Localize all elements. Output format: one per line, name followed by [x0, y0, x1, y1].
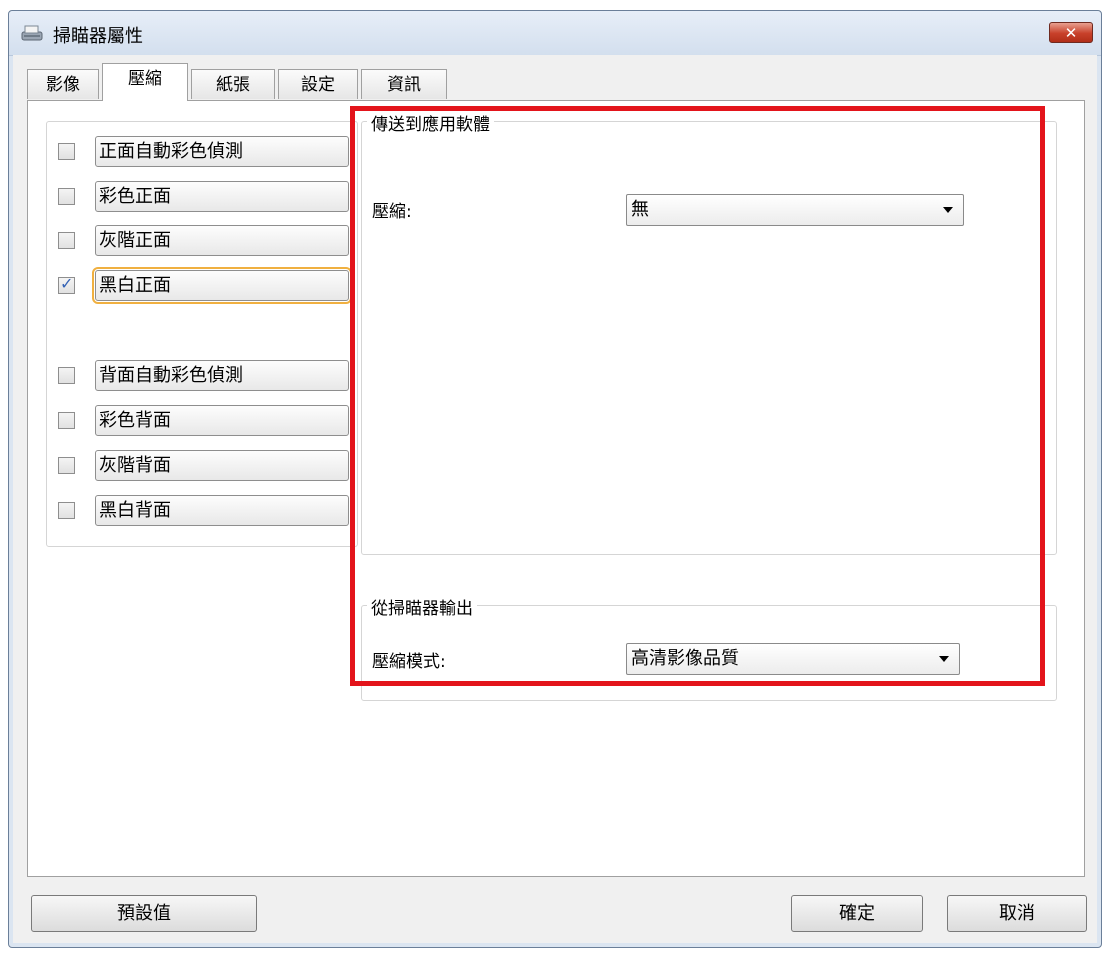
compression-mode-select[interactable]: 高清影像品質	[626, 643, 960, 675]
close-icon: ✕	[1064, 24, 1078, 42]
checkbox-gray-front[interactable]	[58, 232, 75, 249]
cancel-button[interactable]: 取消	[947, 895, 1087, 932]
compression-label: 壓縮:	[372, 202, 412, 222]
scanner-output-group: 從掃瞄器輸出 壓縮模式: 高清影像品質	[361, 594, 1057, 701]
tab-paper[interactable]: 紙張	[191, 69, 275, 99]
tab-image[interactable]: 影像	[27, 69, 99, 99]
scanner-icon	[21, 25, 43, 41]
ok-button[interactable]: 確定	[791, 895, 923, 932]
option-back-auto-color[interactable]: 背面自動彩色偵測	[95, 360, 349, 391]
send-to-app-legend: 傳送到應用軟體	[367, 110, 494, 135]
checkbox-back-auto-color[interactable]	[58, 367, 75, 384]
close-button[interactable]: ✕	[1049, 22, 1093, 43]
option-gray-front[interactable]: 灰階正面	[95, 225, 349, 256]
tab-info[interactable]: 資訊	[361, 69, 447, 99]
checkbox-bw-back[interactable]	[58, 502, 75, 519]
default-button[interactable]: 預設值	[31, 895, 257, 932]
checkbox-color-back[interactable]	[58, 412, 75, 429]
option-bw-front[interactable]: 黑白正面	[92, 267, 352, 304]
checkbox-color-front[interactable]	[58, 188, 75, 205]
check-mark-icon: ✓	[60, 274, 74, 293]
compression-tab-panel: 正面自動彩色偵測 彩色正面 灰階正面 ✓ 黑白正面 背面自動彩色偵測 彩色背面 …	[27, 100, 1085, 877]
checkbox-front-auto-color[interactable]	[58, 143, 75, 160]
checkbox-bw-front[interactable]: ✓	[58, 274, 75, 294]
checkbox-gray-back[interactable]	[58, 457, 75, 474]
title-bar[interactable]: 掃瞄器屬性 ✕	[9, 11, 1101, 56]
scanner-properties-window: 掃瞄器屬性 ✕ 影像 壓縮 紙張 設定 資訊 正面自動彩色偵測 彩色正面 灰階正…	[8, 10, 1102, 948]
option-bw-back[interactable]: 黑白背面	[95, 495, 349, 526]
option-front-auto-color[interactable]: 正面自動彩色偵測	[95, 136, 349, 167]
chevron-down-icon	[939, 656, 949, 662]
option-color-front[interactable]: 彩色正面	[95, 181, 349, 212]
tab-settings[interactable]: 設定	[278, 69, 358, 99]
image-type-group: 正面自動彩色偵測 彩色正面 灰階正面 ✓ 黑白正面 背面自動彩色偵測 彩色背面 …	[46, 121, 358, 547]
compression-mode-label: 壓縮模式:	[372, 652, 446, 672]
option-color-back[interactable]: 彩色背面	[95, 405, 349, 436]
chevron-down-icon	[943, 207, 953, 213]
tab-compression[interactable]: 壓縮	[102, 63, 188, 101]
window-title: 掃瞄器屬性	[53, 26, 143, 47]
send-to-app-group: 傳送到應用軟體 壓縮: 無	[361, 110, 1057, 555]
dialog-body: 影像 壓縮 紙張 設定 資訊 正面自動彩色偵測 彩色正面 灰階正面 ✓ 黑白正面…	[13, 55, 1097, 943]
compression-select[interactable]: 無	[626, 194, 964, 226]
option-gray-back[interactable]: 灰階背面	[95, 450, 349, 481]
scanner-output-legend: 從掃瞄器輸出	[367, 594, 477, 619]
